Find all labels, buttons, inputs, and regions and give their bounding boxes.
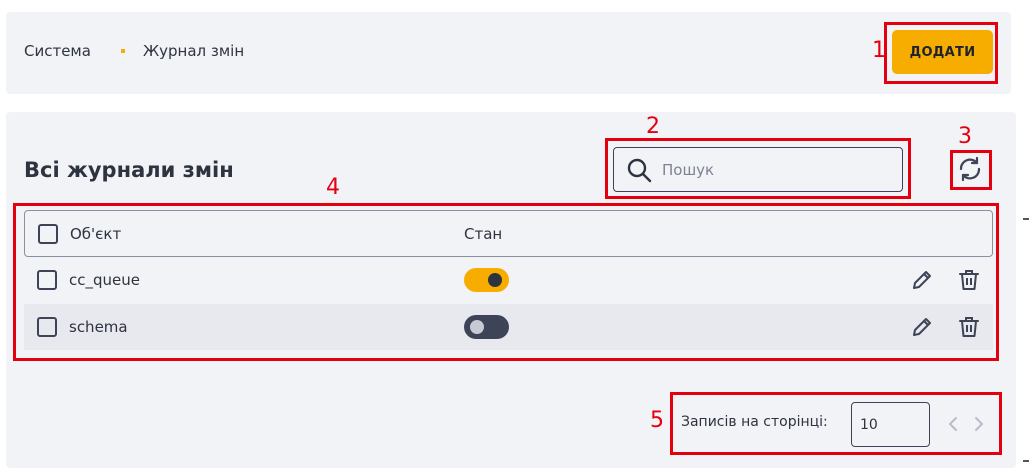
breadcrumb: Система Журнал змін [24,42,244,60]
annotation-number-4: 4 [326,175,340,200]
scrollbar[interactable] [1022,112,1030,468]
annotation-box-1 [884,22,998,84]
annotation-box-3 [950,150,992,190]
annotation-number-5: 5 [650,408,664,433]
breadcrumb-separator-icon [120,49,125,53]
annotation-box-5 [670,392,1002,455]
scrollbar-mark [1023,218,1029,220]
page-title: Всі журнали змін [24,158,234,182]
annotation-number-2: 2 [646,114,660,139]
scrollbar-mark [1023,460,1029,462]
annotation-number-3: 3 [958,124,972,149]
breadcrumb-root[interactable]: Система [24,42,91,60]
annotation-box-2 [605,138,911,199]
annotation-number-1: 1 [872,38,886,63]
annotation-box-4 [13,203,999,361]
breadcrumb-current: Журнал змін [142,42,245,60]
